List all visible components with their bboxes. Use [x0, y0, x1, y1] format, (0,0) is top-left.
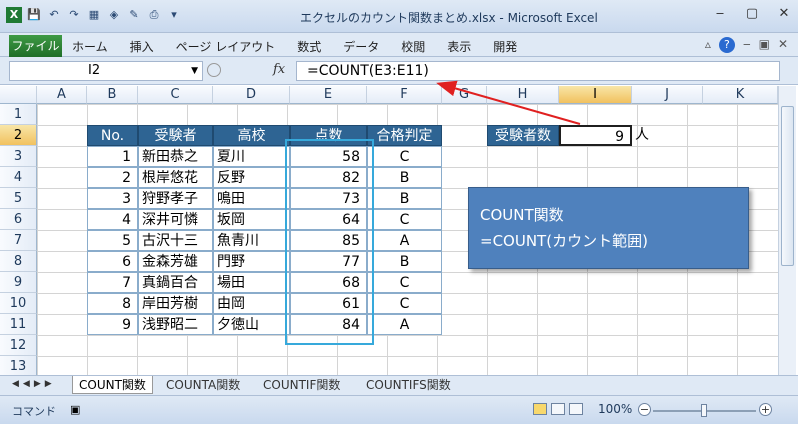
- zoom-in-icon[interactable]: +: [759, 403, 772, 416]
- scrollbar-thumb[interactable]: [781, 106, 794, 266]
- count-function-callout: COUNT関数 =COUNT(カウント範囲): [468, 187, 749, 269]
- sheet-nav-arrows-icon[interactable]: ◀◀▶▶: [12, 379, 56, 389]
- sheet-tab-countif[interactable]: COUNTIF関数: [257, 376, 346, 394]
- zoom-slider[interactable]: [653, 404, 756, 417]
- view-buttons: [533, 403, 583, 415]
- sheet-tab-countifs[interactable]: COUNTIFS関数: [360, 376, 457, 394]
- status-bar: コマンド ▣ 100% − +: [0, 395, 798, 424]
- page-layout-view-icon[interactable]: [551, 403, 565, 415]
- zoom-level[interactable]: 100%: [598, 402, 632, 416]
- normal-view-icon[interactable]: [533, 403, 547, 415]
- callout-syntax: =COUNT(カウント範囲): [480, 232, 648, 250]
- callout-title: COUNT関数: [480, 206, 564, 224]
- status-mode: コマンド: [12, 405, 56, 418]
- sheet-tabs-bar: ◀◀▶▶ COUNT関数 COUNTA関数 COUNTIF関数 COUNTIFS…: [0, 375, 798, 395]
- vertical-scrollbar[interactable]: [778, 86, 796, 375]
- macro-record-icon[interactable]: ▣: [70, 403, 80, 416]
- zoom-out-icon[interactable]: −: [638, 403, 651, 416]
- sheet-tab-count[interactable]: COUNT関数: [72, 376, 153, 394]
- sheet-tab-counta[interactable]: COUNTA関数: [160, 376, 246, 394]
- page-break-view-icon[interactable]: [569, 403, 583, 415]
- zoom-slider-knob[interactable]: [701, 404, 707, 417]
